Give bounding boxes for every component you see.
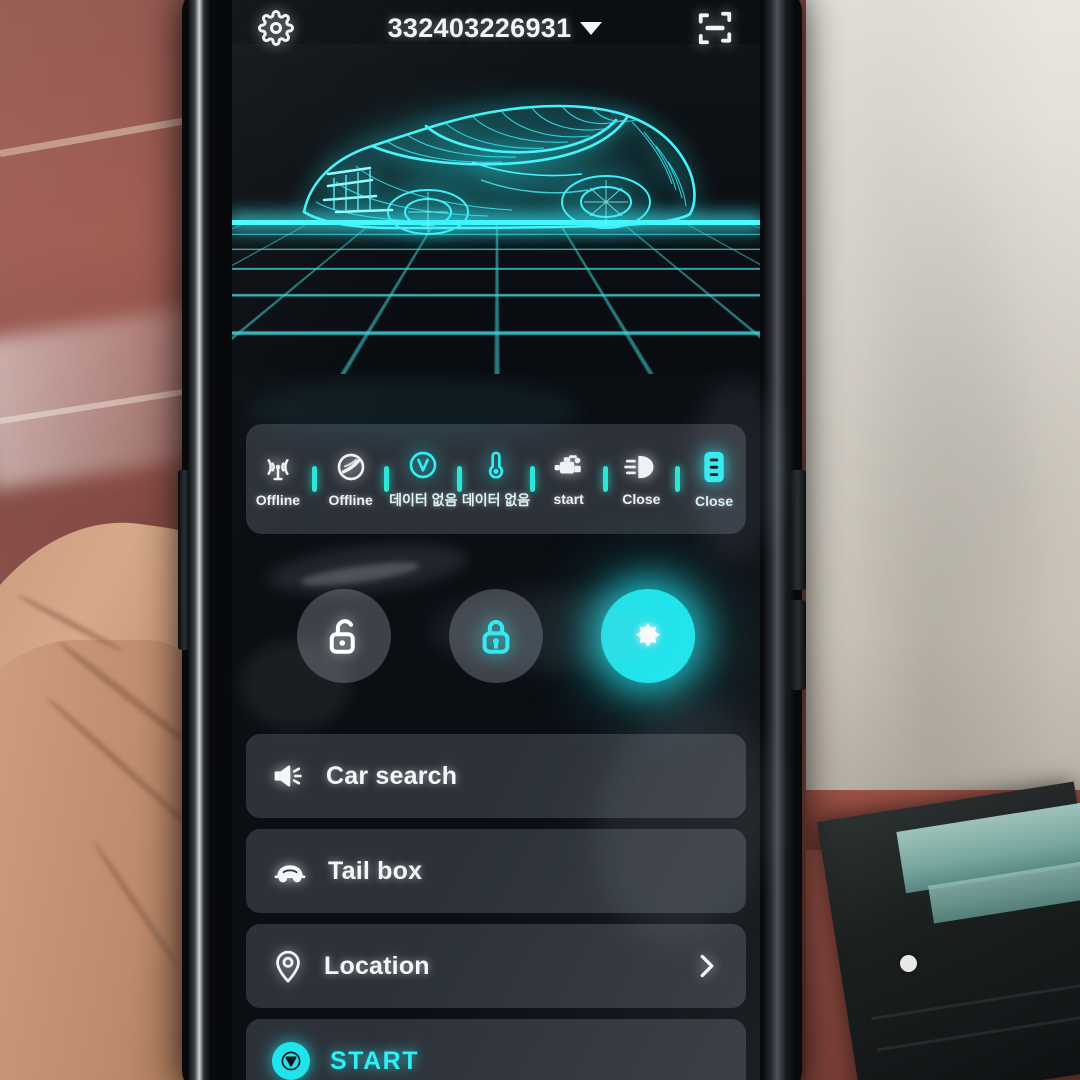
vehicle-status-bar: Offline Offline 데이터 없음 데이터 없음 start Clos…: [246, 424, 746, 534]
white-cap-detail: [900, 955, 917, 972]
tail-box-row[interactable]: Tail box: [246, 829, 746, 913]
unlock-button[interactable]: [297, 589, 391, 683]
wireframe-car-icon: [276, 62, 726, 262]
signal-tower-icon: [262, 451, 294, 483]
status-divider: [457, 466, 463, 492]
phone-side-button[interactable]: [178, 470, 190, 650]
status-divider: [675, 466, 681, 492]
phone-left-edge: [188, 0, 210, 1080]
phone-screen: 332403226931 Offline Offline 데이터 없음 데이터 …: [232, 0, 760, 1080]
status-item-signal[interactable]: Offline: [248, 451, 308, 508]
start-badge-icon: [272, 1042, 310, 1080]
status-label: Offline: [328, 491, 373, 508]
status-divider: [384, 466, 390, 492]
unlock-icon: [323, 615, 365, 657]
engine-start-button[interactable]: [601, 589, 695, 683]
photo-scene: 332403226931 Offline Offline 데이터 없음 데이터 …: [0, 0, 1080, 1080]
status-item-temperature[interactable]: 데이터 없음: [462, 449, 530, 510]
gear-icon[interactable]: [258, 10, 294, 46]
status-item-engine[interactable]: start: [539, 452, 599, 507]
scan-frame-icon[interactable]: [696, 9, 734, 47]
car-hologram-hero: [232, 44, 760, 374]
phone-power-button[interactable]: [790, 600, 806, 690]
status-item-headlight[interactable]: Close: [611, 452, 671, 507]
status-label: Offline: [255, 491, 301, 508]
status-divider: [311, 466, 317, 492]
status-item-door[interactable]: Close: [684, 450, 744, 509]
device-id-label: 332403226931: [387, 12, 572, 43]
app-header: 332403226931: [232, 0, 760, 56]
status-label: start: [553, 490, 584, 507]
thermometer-icon: [480, 449, 512, 481]
car-trunk-icon: [272, 856, 308, 886]
chevron-right-icon[interactable]: [694, 951, 720, 981]
voltage-icon: [407, 449, 439, 481]
map-pin-icon: [272, 949, 304, 983]
row-label: Location: [324, 951, 430, 980]
wall-texture: [806, 0, 1080, 810]
lock-button[interactable]: [449, 589, 543, 683]
status-label: Close: [622, 490, 661, 507]
start-row[interactable]: START: [246, 1019, 746, 1080]
status-label: 데이터 없음: [461, 491, 531, 508]
quick-action-row: [232, 576, 760, 696]
status-label: 데이터 없음: [389, 491, 458, 508]
car-search-row[interactable]: Car search: [246, 734, 746, 818]
row-label: Car search: [326, 761, 458, 790]
status-label: Close: [694, 492, 734, 509]
headlight-icon: [624, 452, 658, 482]
feature-list: Car search Tail box Location START: [246, 734, 746, 1080]
phone-volume-button[interactable]: [790, 470, 806, 590]
engine-icon: [552, 452, 586, 482]
status-item-gps[interactable]: Offline: [321, 451, 381, 508]
car-door-icon: [701, 450, 727, 484]
horn-speaker-icon: [272, 761, 306, 791]
caret-down-icon: [580, 21, 603, 35]
engine-key-icon: [630, 618, 666, 654]
row-label: Tail box: [328, 856, 423, 885]
status-item-voltage[interactable]: 데이터 없음: [389, 449, 457, 510]
location-row[interactable]: Location: [246, 924, 746, 1008]
device-id-selector[interactable]: 332403226931: [388, 13, 603, 44]
lock-icon: [475, 615, 517, 657]
row-label: START: [330, 1046, 419, 1075]
status-divider: [602, 466, 608, 492]
satellite-dish-icon: [335, 451, 367, 483]
status-divider: [529, 466, 535, 492]
